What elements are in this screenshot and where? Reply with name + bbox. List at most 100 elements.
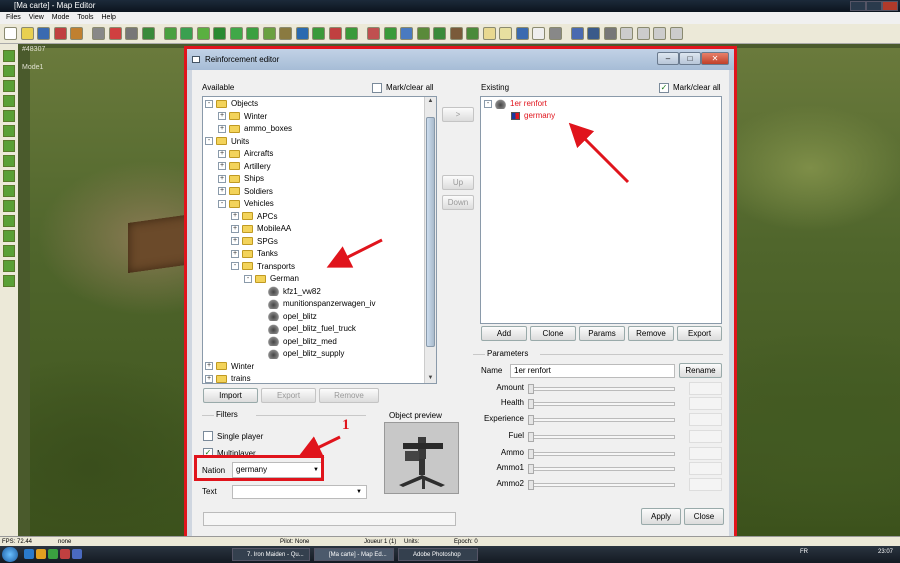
menu-files[interactable]: Files (6, 14, 21, 21)
menu-mode[interactable]: Mode (52, 14, 70, 21)
task-map-editor[interactable]: [Ma carte] - Map Ed... (314, 548, 394, 561)
param-slider[interactable] (528, 480, 675, 490)
param-value-box[interactable] (689, 430, 722, 443)
tree-node[interactable]: kfz1_vw82 (257, 286, 321, 298)
tree-node[interactable]: + Artillery (218, 161, 271, 173)
minimize-button[interactable] (850, 1, 866, 11)
expand-icon[interactable]: + (231, 249, 239, 258)
tree-node[interactable]: opel_blitz_fuel_truck (257, 323, 356, 335)
param-slider[interactable] (528, 384, 675, 394)
scroll-up-icon[interactable]: ▲ (426, 97, 435, 106)
left-tool-7-icon[interactable] (3, 140, 15, 152)
spawn-icon[interactable] (345, 27, 358, 40)
expand-icon[interactable]: + (231, 237, 239, 246)
param-slider[interactable] (528, 415, 675, 425)
cut-icon[interactable] (92, 27, 105, 40)
collapse-icon[interactable]: - (218, 199, 226, 208)
rock-icon[interactable] (279, 27, 292, 40)
expand-icon[interactable]: + (218, 162, 226, 171)
doc-icon[interactable] (482, 27, 496, 40)
bush-icon[interactable] (246, 27, 259, 40)
existing-node-reinforcement[interactable]: -1er renfort (484, 98, 547, 110)
single-player-checkbox[interactable] (203, 431, 213, 441)
left-tool-14-icon[interactable] (3, 245, 15, 257)
param-value-box[interactable] (689, 397, 722, 410)
undo-icon[interactable] (70, 27, 83, 40)
quicklaunch-ie-icon[interactable] (24, 549, 34, 559)
tree-node[interactable]: - Transports (231, 261, 295, 273)
gear-icon[interactable] (603, 27, 617, 40)
trigger-icon[interactable] (416, 27, 430, 40)
disabled4-icon[interactable] (669, 27, 683, 40)
menu-help[interactable]: Help (102, 14, 116, 21)
open-icon[interactable] (20, 27, 34, 40)
tree-node[interactable]: + Tanks (231, 248, 278, 260)
zone-icon[interactable] (383, 27, 397, 40)
collapse-icon[interactable]: - (205, 99, 213, 108)
left-tool-12-icon[interactable] (3, 215, 15, 227)
disabled3-icon[interactable] (653, 27, 666, 40)
left-tool-15-icon[interactable] (3, 260, 15, 272)
close-app-button[interactable] (882, 1, 898, 11)
scroll-thumb[interactable] (426, 117, 435, 347)
param-value-box[interactable] (689, 413, 722, 426)
left-tool-6-icon[interactable] (3, 125, 15, 137)
collapse-icon[interactable]: - (484, 99, 492, 108)
saveas-icon[interactable] (53, 27, 67, 40)
expand-icon[interactable]: + (231, 224, 239, 233)
unit-icon[interactable] (312, 27, 325, 40)
menu-view[interactable]: View (29, 14, 44, 21)
tree-node[interactable]: opel_blitz_supply (257, 348, 344, 360)
expand-icon[interactable]: + (231, 212, 239, 221)
tree-node[interactable]: opel_blitz (257, 311, 317, 323)
name-field[interactable]: 1er renfort (510, 364, 675, 378)
up-button[interactable]: Up (442, 175, 474, 190)
param-slider[interactable] (528, 432, 675, 442)
tree-node[interactable]: - German (244, 273, 299, 285)
export-button[interactable]: Export (261, 388, 316, 403)
params-button[interactable]: Params (579, 326, 625, 341)
disabled1-icon[interactable] (620, 27, 633, 40)
slider-knob[interactable] (528, 384, 534, 394)
text-filter-input[interactable]: ▼ (232, 485, 367, 499)
expand-icon[interactable]: + (218, 112, 226, 121)
slider-knob[interactable] (528, 399, 534, 409)
collapse-icon[interactable]: - (231, 262, 239, 271)
left-tool-11-icon[interactable] (3, 200, 15, 212)
grid-icon[interactable] (548, 27, 562, 40)
expand-icon[interactable]: + (205, 374, 213, 383)
param-slider[interactable] (528, 464, 675, 474)
left-tool-2-icon[interactable] (3, 65, 15, 77)
existing-tree[interactable]: -1er renfort germany (480, 96, 722, 324)
tree-node[interactable]: + Ships (218, 173, 264, 185)
scenario-icon[interactable] (400, 27, 413, 40)
save-icon[interactable] (37, 27, 50, 40)
scroll-down-icon[interactable]: ▼ (426, 374, 435, 383)
tree-node[interactable]: munitionspanzerwagen_iv (257, 298, 376, 310)
left-tool-3-icon[interactable] (3, 80, 15, 92)
slider-knob[interactable] (528, 432, 534, 442)
down-button[interactable]: Down (442, 195, 474, 210)
param-value-box[interactable] (689, 478, 722, 491)
tree-node[interactable]: + Winter (205, 361, 254, 373)
left-tool-8-icon[interactable] (3, 155, 15, 167)
quicklaunch-folder-icon[interactable] (36, 549, 46, 559)
tree-node[interactable]: + ammo_boxes (218, 123, 292, 135)
building-icon[interactable] (449, 27, 463, 40)
left-tool-5-icon[interactable] (3, 110, 15, 122)
road-icon[interactable] (196, 27, 210, 40)
tree-node[interactable]: + Soldiers (218, 186, 273, 198)
param-slider[interactable] (528, 449, 675, 459)
available-tree[interactable]: ▲ ▼ - Objects + Winter + ammo_boxes - Units + Air… (202, 96, 437, 384)
param-slider[interactable] (528, 399, 675, 409)
quicklaunch-app2-icon[interactable] (72, 549, 82, 559)
select-icon[interactable] (141, 27, 155, 40)
expand-icon[interactable]: + (218, 124, 226, 133)
slider-knob[interactable] (528, 415, 534, 425)
tree-node[interactable]: - Units (205, 136, 249, 148)
field-icon[interactable] (262, 27, 276, 40)
apply-button[interactable]: Apply (641, 508, 681, 525)
slider-knob[interactable] (528, 480, 534, 490)
tile-icon[interactable] (163, 27, 177, 40)
view-icon[interactable] (587, 27, 600, 40)
